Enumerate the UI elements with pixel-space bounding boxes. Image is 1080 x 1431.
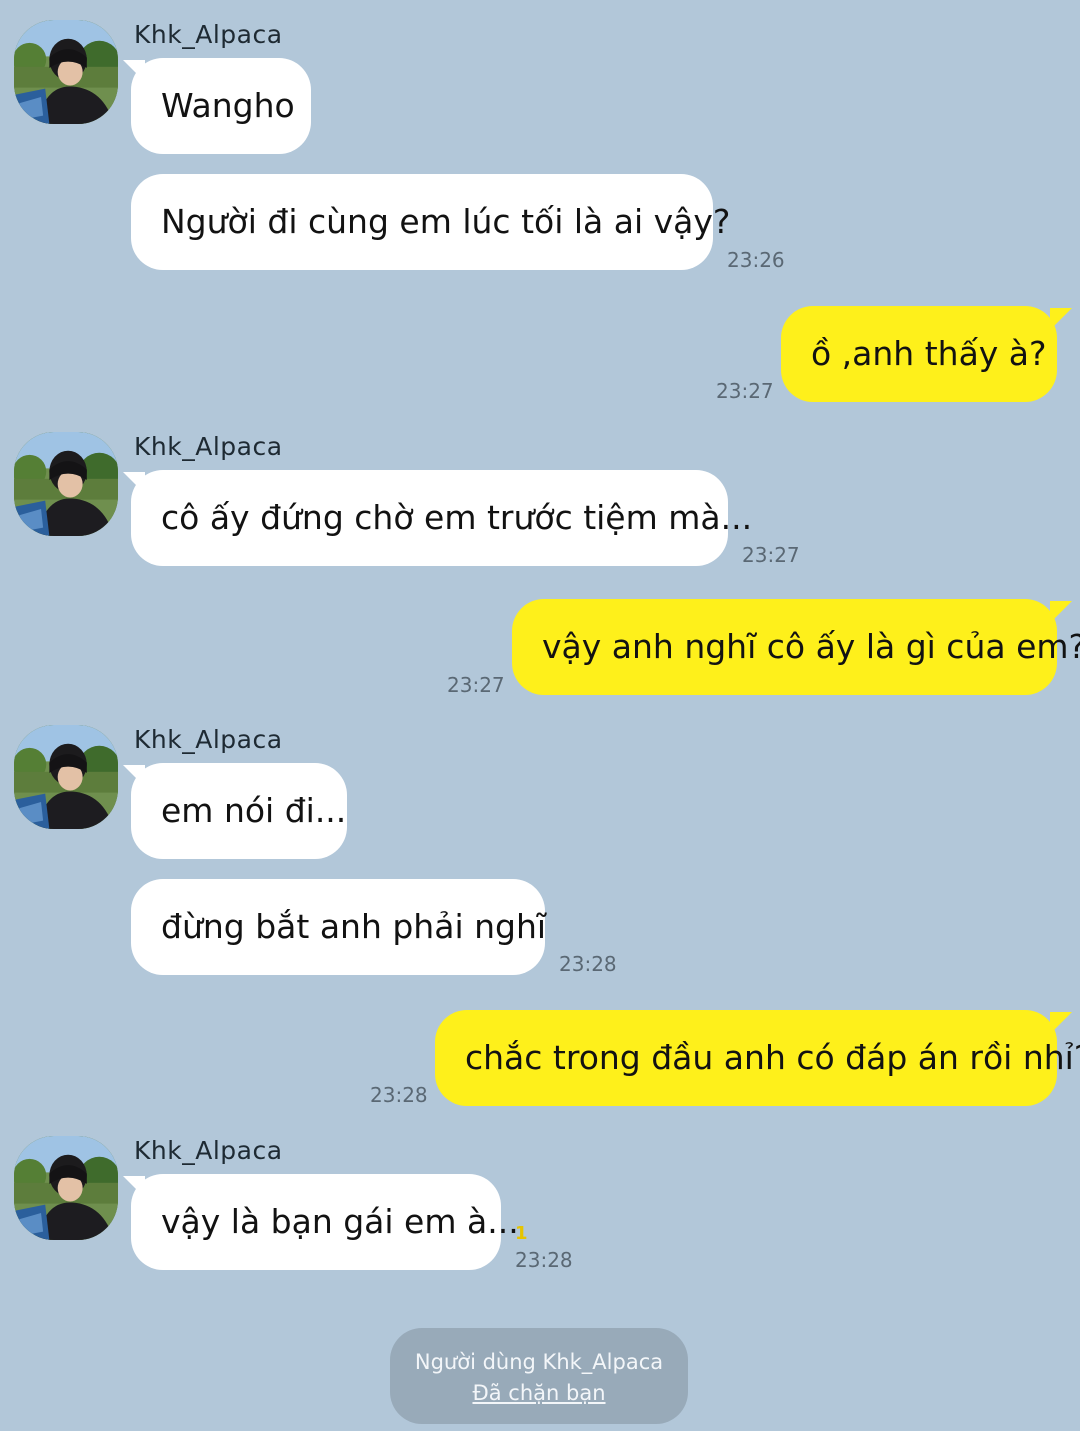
- sender-name: Khk_Alpaca: [134, 1136, 283, 1165]
- avatar[interactable]: [14, 725, 118, 829]
- sender-name: Khk_Alpaca: [134, 20, 283, 49]
- message-time: 23:28: [370, 1083, 428, 1107]
- message-time: 23:27: [716, 379, 774, 403]
- avatar-photo: [14, 1136, 118, 1240]
- message-time: 23:28: [559, 952, 617, 976]
- sender-name: Khk_Alpaca: [134, 725, 283, 754]
- avatar-photo: [14, 20, 118, 124]
- message-bubble[interactable]: vậy là bạn gái em à...: [131, 1174, 519, 1270]
- blocked-notice-link[interactable]: Đã chặn bạn: [390, 1376, 688, 1410]
- message-time: 23:27: [447, 673, 505, 697]
- bubble-tail: [1050, 308, 1072, 330]
- message-bubble[interactable]: đừng bắt anh phải nghĩ: [131, 879, 546, 975]
- avatar[interactable]: [14, 1136, 118, 1240]
- message-time: 23:28: [515, 1248, 573, 1272]
- avatar-photo: [14, 725, 118, 829]
- unread-count: 1: [515, 1223, 528, 1244]
- message-bubble[interactable]: em nói đi...: [131, 763, 347, 859]
- message-bubble[interactable]: Người đi cùng em lúc tối là ai vậy?: [131, 174, 730, 270]
- blocked-notice-text: Người dùng Khk_Alpaca: [414, 1350, 664, 1374]
- bubble-tail: [1050, 601, 1072, 623]
- sender-name: Khk_Alpaca: [134, 432, 283, 461]
- message-time: 23:26: [727, 248, 785, 272]
- blocked-notice: Người dùng Khk_Alpaca Đã chặn bạn: [390, 1328, 688, 1424]
- bubble-tail: [1050, 1012, 1072, 1034]
- message-bubble[interactable]: cô ấy đứng chờ em trước tiệm mà...: [131, 470, 752, 566]
- message-bubble[interactable]: Wangho: [131, 58, 311, 154]
- message-bubble[interactable]: vậy anh nghĩ cô ấy là gì của em?: [512, 599, 1080, 695]
- avatar[interactable]: [14, 432, 118, 536]
- message-time: 23:27: [742, 543, 800, 567]
- avatar-photo: [14, 432, 118, 536]
- message-bubble[interactable]: chắc trong đầu anh có đáp án rồi nhỉ?: [435, 1010, 1080, 1106]
- message-bubble[interactable]: ồ ,anh thấy à?: [781, 306, 1057, 402]
- avatar[interactable]: [14, 20, 118, 124]
